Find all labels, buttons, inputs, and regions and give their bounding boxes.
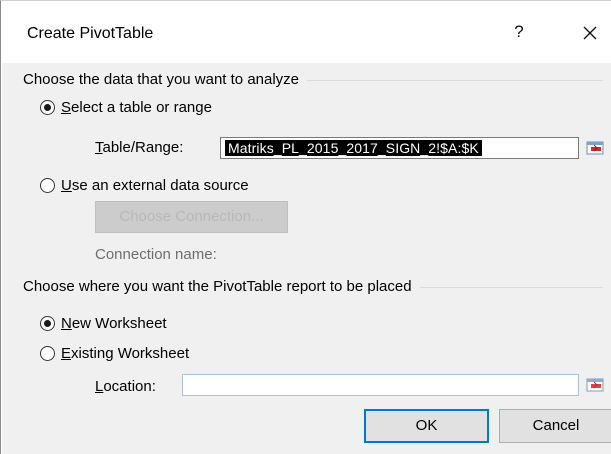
cancel-button[interactable]: Cancel <box>499 409 611 443</box>
external-source-radio[interactable] <box>40 177 55 193</box>
collapse-dialog-icon <box>586 378 604 392</box>
location-input[interactable] <box>182 374 579 396</box>
create-pivottable-dialog: Create PivotTable ? Choose the data that… <box>0 0 611 454</box>
dialog-title: Create PivotTable <box>27 25 154 42</box>
existing-worksheet-label: Existing Worksheet <box>61 344 190 362</box>
collapse-dialog-icon <box>586 141 604 155</box>
select-range-radio[interactable] <box>40 99 55 115</box>
close-icon <box>583 26 597 40</box>
table-range-input[interactable]: Matriks_PL_2015_2017_SIGN_2!$A:$K <box>220 137 579 159</box>
title-bar: Create PivotTable ? <box>1 1 611 63</box>
dialog-body: Choose the data that you want to analyze… <box>2 63 611 454</box>
location-label: Location: <box>95 378 156 395</box>
existing-worksheet-option[interactable]: Existing Worksheet <box>40 343 189 363</box>
choose-connection-button[interactable]: Choose Connection... <box>95 201 288 233</box>
existing-worksheet-radio[interactable] <box>40 345 55 361</box>
new-worksheet-label: New Worksheet <box>61 314 167 332</box>
table-range-label: Table/Range: <box>95 139 184 156</box>
select-range-option[interactable]: Select a table or range <box>40 97 212 117</box>
select-range-label: Select a table or range <box>61 98 212 116</box>
new-worksheet-radio[interactable] <box>40 315 55 331</box>
external-source-label: Use an external data source <box>61 176 249 194</box>
analyze-group-title: Choose the data that you want to analyze <box>23 71 308 88</box>
help-button[interactable]: ? <box>509 20 529 44</box>
table-range-value: Matriks_PL_2015_2017_SIGN_2!$A:$K <box>225 140 482 156</box>
location-collapse-button[interactable] <box>582 374 608 396</box>
placement-group-title: Choose where you want the PivotTable rep… <box>23 278 420 295</box>
table-range-collapse-button[interactable] <box>582 137 608 159</box>
close-button[interactable] <box>577 20 603 46</box>
new-worksheet-option[interactable]: New Worksheet <box>40 313 167 333</box>
external-source-option[interactable]: Use an external data source <box>40 175 249 195</box>
connection-name-label: Connection name: <box>95 246 217 263</box>
ok-button[interactable]: OK <box>364 409 489 443</box>
